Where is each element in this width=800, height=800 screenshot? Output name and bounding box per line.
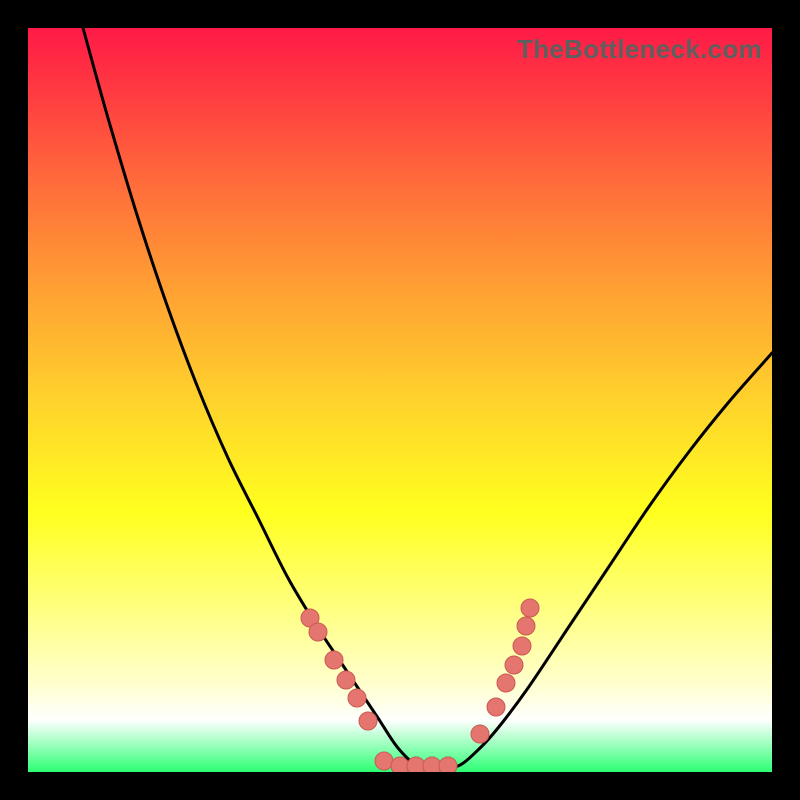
chart-frame: TheBottleneck.com	[0, 0, 800, 800]
left-dot-3	[325, 651, 343, 669]
left-dot-5	[348, 689, 366, 707]
left-dot-4	[337, 671, 355, 689]
chart-svg	[28, 28, 772, 772]
right-dot-1	[471, 725, 489, 743]
right-dot-2	[487, 698, 505, 716]
right-dot-3	[497, 674, 515, 692]
left-dot-2	[309, 623, 327, 641]
floor-dot-2	[391, 757, 409, 772]
left-dot-6	[359, 712, 377, 730]
right-dot-4	[505, 656, 523, 674]
floor-dot-4	[423, 757, 441, 772]
right-dot-5	[513, 637, 531, 655]
right-dot-6	[517, 617, 535, 635]
floor-dot-3	[407, 757, 425, 772]
marker-layer	[301, 599, 539, 772]
floor-dot-5	[439, 757, 457, 772]
right-dot-7	[521, 599, 539, 617]
floor-dot-1	[375, 752, 393, 770]
bottleneck-curve	[83, 28, 772, 767]
curve-layer	[83, 28, 772, 767]
plot-area: TheBottleneck.com	[28, 28, 772, 772]
